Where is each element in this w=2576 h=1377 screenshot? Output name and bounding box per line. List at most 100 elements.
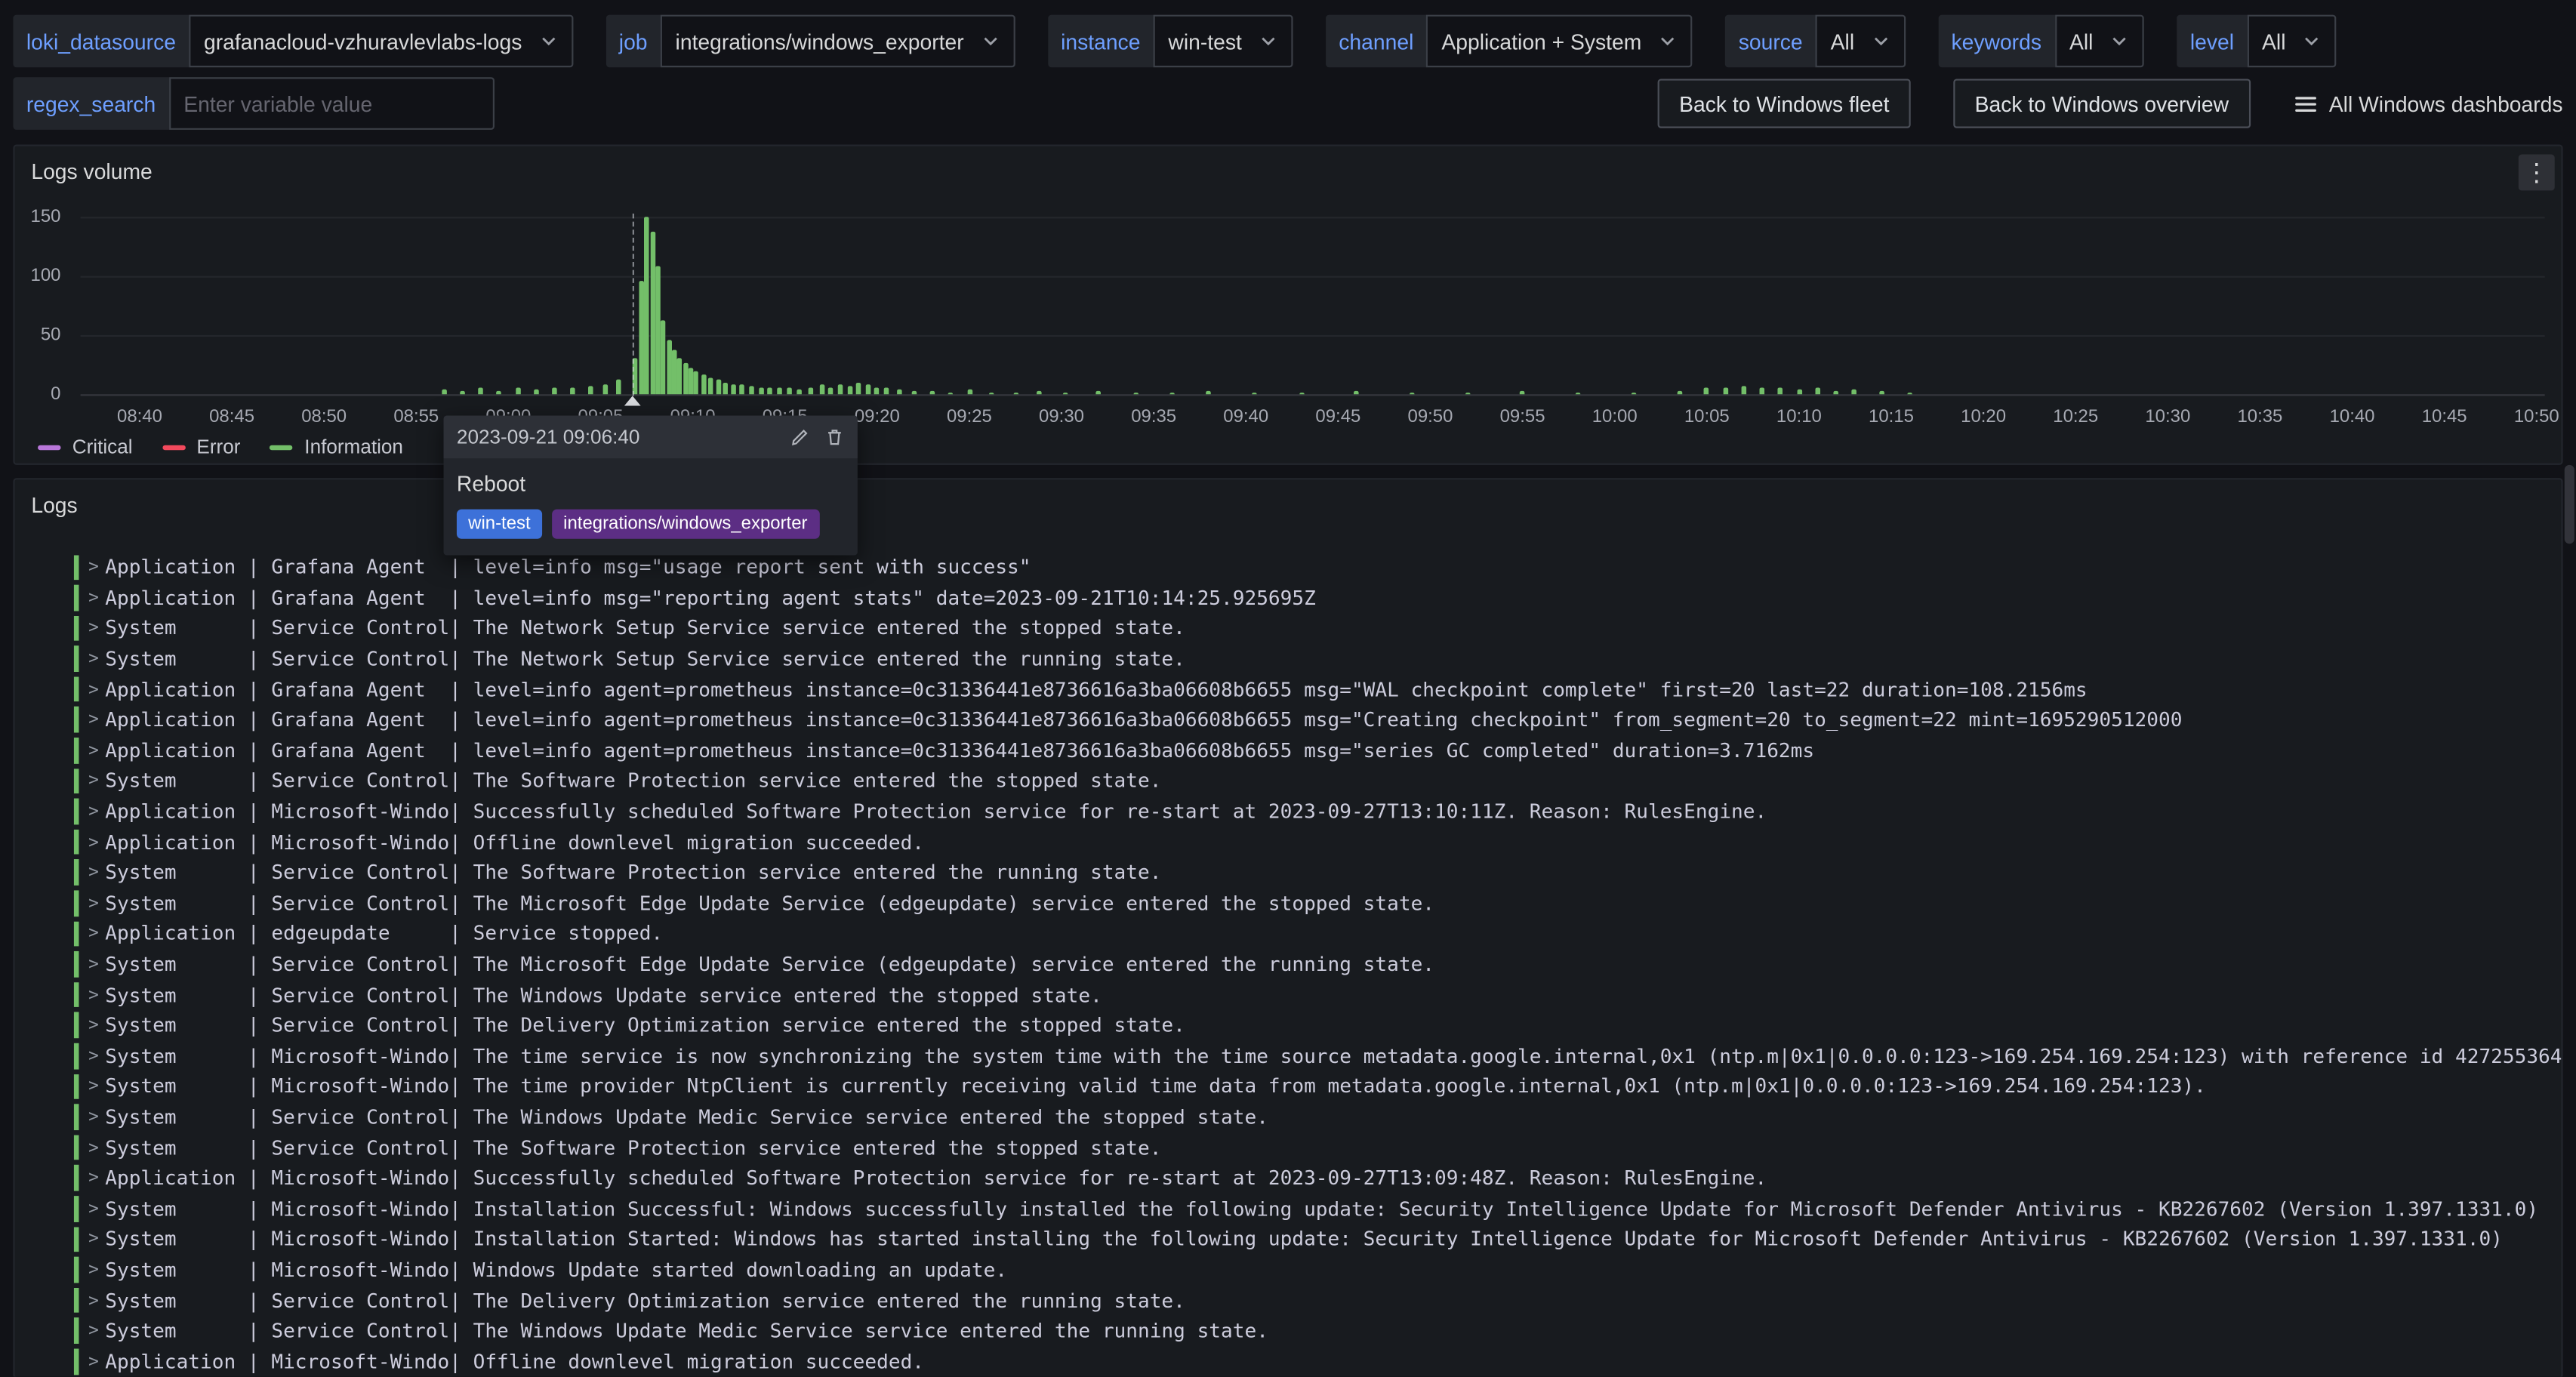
log-volume-bar bbox=[1880, 391, 1885, 395]
log-row[interactable]: >System | Microsoft-Windo| Installation … bbox=[15, 1194, 2562, 1224]
log-row[interactable]: >System | Service Control| The Software … bbox=[15, 1132, 2562, 1163]
log-row[interactable]: >System | Microsoft-Windo| The time prov… bbox=[15, 1071, 2562, 1101]
x-axis-label: 10:05 bbox=[1684, 408, 1730, 427]
regex-search-input[interactable] bbox=[169, 77, 495, 130]
expand-caret-icon[interactable]: > bbox=[82, 832, 105, 852]
variable-dropdown-keywords[interactable]: All bbox=[2054, 15, 2143, 68]
expand-caret-icon[interactable]: > bbox=[82, 1199, 105, 1218]
log-row[interactable]: >Application | Grafana Agent | level=inf… bbox=[15, 583, 2562, 613]
log-row[interactable]: >System | Service Control| The Microsoft… bbox=[15, 888, 2562, 918]
variable-dropdown-channel[interactable]: Application + System bbox=[1427, 15, 1693, 68]
variable-value: All bbox=[2069, 29, 2093, 54]
expand-caret-icon[interactable]: > bbox=[82, 1077, 105, 1096]
variable-dropdown-level[interactable]: All bbox=[2247, 15, 2336, 68]
annotation-marker[interactable] bbox=[624, 396, 640, 405]
log-level-bar bbox=[74, 799, 79, 824]
log-row[interactable]: >Application | Microsoft-Windo| Successf… bbox=[15, 1163, 2562, 1193]
annotation-line bbox=[632, 214, 633, 396]
log-volume-bar bbox=[639, 281, 644, 394]
log-row[interactable]: >System | Service Control| The Software … bbox=[15, 858, 2562, 888]
expand-caret-icon[interactable]: > bbox=[82, 863, 105, 883]
log-row[interactable]: >Application | Grafana Agent | level=inf… bbox=[15, 735, 2562, 766]
log-volume-bar bbox=[617, 379, 622, 394]
expand-caret-icon[interactable]: > bbox=[82, 954, 105, 974]
expand-caret-icon[interactable]: > bbox=[82, 1290, 105, 1310]
log-volume-bar bbox=[1037, 391, 1042, 395]
annotation-tag[interactable]: win-test bbox=[457, 510, 542, 539]
log-row[interactable]: >System | Service Control| The Microsoft… bbox=[15, 949, 2562, 979]
expand-caret-icon[interactable]: > bbox=[82, 1229, 105, 1249]
expand-caret-icon[interactable]: > bbox=[82, 588, 105, 608]
log-row[interactable]: >System | Service Control| The Windows U… bbox=[15, 1101, 2562, 1132]
log-row[interactable]: >System | Microsoft-Windo| The time serv… bbox=[15, 1041, 2562, 1071]
expand-caret-icon[interactable]: > bbox=[82, 1046, 105, 1066]
expand-caret-icon[interactable]: > bbox=[82, 985, 105, 1005]
y-axis-label: 150 bbox=[15, 207, 61, 226]
variable-dropdown-instance[interactable]: win-test bbox=[1154, 15, 1293, 68]
expand-caret-icon[interactable]: > bbox=[82, 1169, 105, 1188]
log-row[interactable]: >System | Service Control| The Windows U… bbox=[15, 980, 2562, 1010]
page-scrollbar-thumb[interactable] bbox=[2565, 465, 2574, 544]
log-volume-bar bbox=[1520, 391, 1525, 395]
expand-caret-icon[interactable]: > bbox=[82, 679, 105, 699]
expand-caret-icon[interactable]: > bbox=[82, 618, 105, 638]
log-message: System | Service Control| The Windows Up… bbox=[105, 984, 1102, 1006]
legend-item-error[interactable]: Error bbox=[162, 436, 241, 458]
log-row[interactable]: >System | Service Control| The Network S… bbox=[15, 644, 2562, 674]
log-row[interactable]: >System | Service Control| The Delivery … bbox=[15, 1285, 2562, 1315]
expand-caret-icon[interactable]: > bbox=[82, 1107, 105, 1127]
legend-item-information[interactable]: Information bbox=[270, 436, 403, 458]
log-volume-bar bbox=[701, 375, 707, 394]
variable-source: sourceAll bbox=[1725, 15, 1905, 68]
variable-channel: channelApplication + System bbox=[1326, 15, 1693, 68]
variable-value: Application + System bbox=[1441, 29, 1641, 54]
expand-caret-icon[interactable]: > bbox=[82, 557, 105, 577]
log-volume-bar bbox=[797, 390, 803, 394]
legend-item-critical[interactable]: Critical bbox=[38, 436, 132, 458]
expand-caret-icon[interactable]: > bbox=[82, 1015, 105, 1035]
log-row[interactable]: >Application | Microsoft-Windo| Successf… bbox=[15, 796, 2562, 827]
log-row[interactable]: >Application | Grafana Agent | level=inf… bbox=[15, 674, 2562, 704]
x-axis-label: 09:50 bbox=[1408, 408, 1453, 427]
log-message: Application | Microsoft-Windo| Offline d… bbox=[105, 1350, 924, 1372]
button-back-to-windows-fleet[interactable]: Back to Windows fleet bbox=[1658, 79, 1911, 128]
log-row[interactable]: >Application | Microsoft-Windo| Offline … bbox=[15, 827, 2562, 857]
log-row[interactable]: >System | Service Control| The Windows U… bbox=[15, 1316, 2562, 1346]
annotation-actions bbox=[790, 427, 845, 447]
expand-caret-icon[interactable]: > bbox=[82, 893, 105, 913]
log-row[interactable]: >System | Service Control| The Network S… bbox=[15, 613, 2562, 643]
expand-caret-icon[interactable]: > bbox=[82, 1138, 105, 1157]
expand-caret-icon[interactable]: > bbox=[82, 772, 105, 791]
dashboards-link-label: All Windows dashboards bbox=[2329, 91, 2563, 116]
log-row[interactable]: >Application | Grafana Agent | level=inf… bbox=[15, 552, 2562, 582]
annotation-title: Reboot bbox=[457, 472, 845, 497]
all-windows-dashboards-link[interactable]: All Windows dashboards bbox=[2293, 91, 2563, 116]
log-row[interactable]: >System | Microsoft-Windo| Installation … bbox=[15, 1224, 2562, 1254]
log-volume-bar bbox=[1741, 386, 1746, 394]
log-row[interactable]: >Application | Grafana Agent | level=inf… bbox=[15, 704, 2562, 735]
log-row[interactable]: >Application | Microsoft-Windo| Offline … bbox=[15, 1346, 2562, 1376]
expand-caret-icon[interactable]: > bbox=[82, 1351, 105, 1371]
expand-caret-icon[interactable]: > bbox=[82, 710, 105, 730]
expand-caret-icon[interactable]: > bbox=[82, 649, 105, 669]
expand-caret-icon[interactable]: > bbox=[82, 1260, 105, 1280]
expand-caret-icon[interactable]: > bbox=[82, 924, 105, 944]
x-axis-label: 10:00 bbox=[1592, 408, 1638, 427]
x-axis-label: 10:50 bbox=[2514, 408, 2559, 427]
expand-caret-icon[interactable]: > bbox=[82, 741, 105, 760]
edit-pencil-icon[interactable] bbox=[790, 427, 810, 447]
variable-dropdown-source[interactable]: All bbox=[1816, 15, 1905, 68]
button-back-to-windows-overview[interactable]: Back to Windows overview bbox=[1953, 79, 2250, 128]
logs-panel: Logs >Application | Grafana Agent | leve… bbox=[13, 478, 2562, 1377]
chevron-down-icon bbox=[2109, 31, 2129, 51]
expand-caret-icon[interactable]: > bbox=[82, 802, 105, 821]
log-row[interactable]: >Application | edgeupdate | Service stop… bbox=[15, 919, 2562, 949]
log-row[interactable]: >System | Service Control| The Software … bbox=[15, 766, 2562, 796]
variable-dropdown-loki_datasource[interactable]: grafanacloud-vzhuravlevlabs-logs bbox=[189, 15, 572, 68]
variable-dropdown-job[interactable]: integrations/windows_exporter bbox=[661, 15, 1015, 68]
expand-caret-icon[interactable]: > bbox=[82, 1321, 105, 1341]
log-row[interactable]: >System | Service Control| The Delivery … bbox=[15, 1010, 2562, 1040]
log-row[interactable]: >System | Microsoft-Windo| Windows Updat… bbox=[15, 1255, 2562, 1285]
annotation-tag[interactable]: integrations/windows_exporter bbox=[552, 510, 819, 539]
delete-trash-icon[interactable] bbox=[824, 427, 844, 447]
